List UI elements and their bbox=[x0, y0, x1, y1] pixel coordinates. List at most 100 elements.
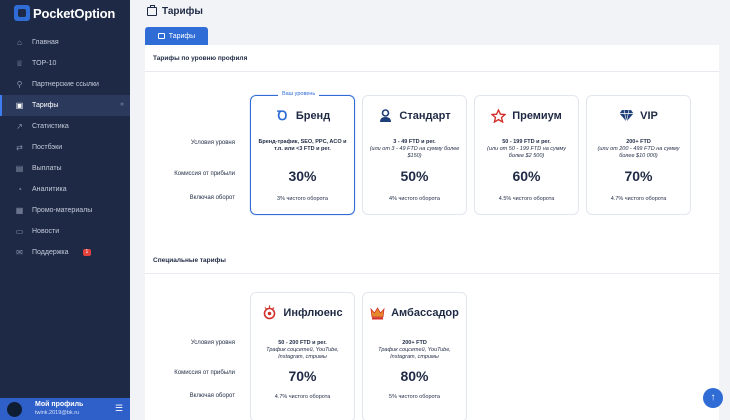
sidebar-item-label: Промо-материалы bbox=[32, 207, 93, 214]
logo[interactable]: PocketOption bbox=[14, 4, 115, 22]
tab-tariffs[interactable]: Тарифы bbox=[145, 27, 208, 45]
pocketoption-logo-icon bbox=[14, 5, 30, 21]
card-conditions: 3 - 49 FTD и рег. (или от 3 - 49 FTD на … bbox=[367, 139, 462, 160]
row-label-commission: Комиссия от прибыли bbox=[174, 370, 235, 376]
tariff-card-standard[interactable]: Стандарт 3 - 49 FTD и рег. (или от 3 - 4… bbox=[362, 95, 467, 215]
row-label-conditions: Условия уровня bbox=[190, 340, 235, 346]
sidebar-item-analytics[interactable]: ◔ Аналитика bbox=[0, 179, 130, 200]
profile-tariffs-panel: Тарифы по уровню профиля Условия уровня … bbox=[145, 45, 719, 247]
support-icon: ✉ bbox=[16, 247, 23, 257]
card-turnover: 3% чистого оборота bbox=[277, 196, 328, 202]
card-commission: 60% bbox=[512, 168, 541, 184]
sidebar-item-label: Новости bbox=[32, 228, 60, 235]
sidebar-item-label: Статистика bbox=[32, 123, 69, 130]
row-label-turnover: Включая оборот bbox=[189, 195, 235, 201]
sidebar-nav: ⌂ Главная ♕ TOP-10 ⚲ Партнерские ссылки … bbox=[0, 32, 130, 263]
notification-badge: 1 bbox=[82, 249, 92, 256]
brand-icon: Ꝺ bbox=[277, 108, 288, 123]
sidebar-item-label: TOP-10 bbox=[32, 60, 57, 67]
card-header: VIP bbox=[587, 108, 690, 123]
briefcase-icon: ▣ bbox=[15, 100, 24, 110]
card-conditions-note: Трафик соцсетей, YouTube, Instagram, стр… bbox=[266, 347, 339, 360]
sidebar-item-label: Постбэки bbox=[32, 144, 63, 151]
card-title: Бренд bbox=[295, 109, 331, 122]
card-turnover: 4.5% чистого оборота bbox=[498, 196, 555, 202]
avatar[interactable] bbox=[7, 402, 22, 417]
card-conditions-note: (или от 200 - 499 FTD на сумму более $10… bbox=[597, 146, 680, 159]
sidebar-item-postbacks[interactable]: ⇄ Постбэки bbox=[0, 137, 130, 158]
user-icon bbox=[378, 108, 393, 123]
sidebar-item-home[interactable]: ⌂ Главная bbox=[0, 32, 130, 53]
tab-label: Тарифы bbox=[168, 32, 196, 40]
sidebar-item-news[interactable]: ▭ Новости bbox=[0, 221, 130, 242]
row-label-commission: Комиссия от прибыли bbox=[174, 171, 235, 177]
card-title: Стандарт bbox=[399, 109, 451, 122]
chart-icon: ↗ bbox=[16, 121, 23, 131]
analytics-icon: ◔ bbox=[17, 184, 22, 194]
card-conditions-note: (или от 3 - 49 FTD на сумму более $150) bbox=[369, 146, 460, 159]
sidebar-item-label: Поддержка bbox=[32, 249, 69, 256]
tariff-card-influencer[interactable]: Инфлюенс 50 - 200 FTD и рег. Трафик соцс… bbox=[250, 292, 355, 420]
card-commission: 50% bbox=[400, 168, 429, 184]
sidebar-item-label: Аналитика bbox=[32, 186, 67, 193]
card-conditions: 200+ FTD (или от 200 - 499 FTD на сумму … bbox=[591, 139, 686, 160]
trophy-icon: ♕ bbox=[15, 58, 24, 68]
card-conditions-main: Бренд-трафик, SEO, PPC, ACO и т.п. или <… bbox=[258, 139, 347, 152]
card-header: Премиум bbox=[475, 108, 578, 123]
card-title: Премиум bbox=[512, 109, 562, 122]
card-conditions-note: (или от 50 - 199 FTD на сумму более $2 5… bbox=[487, 146, 566, 159]
card-title: Амбассадор bbox=[391, 306, 459, 319]
sidebar-item-partner-links[interactable]: ⚲ Партнерские ссылки bbox=[0, 74, 130, 95]
sidebar-item-statistics[interactable]: ↗ Статистика bbox=[0, 116, 130, 137]
collapse-arrow-icon[interactable]: « bbox=[120, 101, 124, 108]
home-icon: ⌂ bbox=[17, 37, 22, 47]
card-title: Инфлюенс bbox=[283, 306, 343, 319]
profile-bar[interactable]: Мой профиль twink.2019@bk.ru ☰ bbox=[0, 398, 130, 420]
tariff-card-vip[interactable]: VIP 200+ FTD (или от 200 - 499 FTD на су… bbox=[586, 95, 691, 215]
postback-icon: ⇄ bbox=[16, 142, 23, 152]
card-conditions-main: 200+ FTD bbox=[626, 139, 651, 145]
card-header: Инфлюенс bbox=[251, 305, 354, 320]
scroll-to-top-button[interactable]: ↑ bbox=[703, 388, 723, 408]
menu-icon[interactable]: ☰ bbox=[113, 403, 125, 414]
card-conditions-main: 3 - 49 FTD и рег. bbox=[393, 139, 436, 145]
section-heading: Тарифы по уровню профиля bbox=[153, 55, 248, 62]
profile-name[interactable]: Мой профиль bbox=[35, 401, 83, 408]
image-icon: ▦ bbox=[15, 205, 24, 215]
card-title: VIP bbox=[640, 109, 658, 122]
sidebar-item-label: Главная bbox=[32, 39, 59, 46]
tariff-card-brand[interactable]: Ваш уровень Ꝺ Бренд Бренд-трафик, SEO, P… bbox=[250, 91, 355, 215]
news-icon: ▭ bbox=[15, 226, 24, 236]
card-header: Амбассадор bbox=[363, 305, 466, 320]
sidebar-item-promo[interactable]: ▦ Промо-материалы bbox=[0, 200, 130, 221]
briefcase-icon bbox=[147, 5, 157, 16]
sidebar-item-top10[interactable]: ♕ TOP-10 bbox=[0, 53, 130, 74]
card-conditions: 50 - 199 FTD и рег. (или от 50 - 199 FTD… bbox=[479, 139, 574, 160]
tariff-card-ambassador[interactable]: Амбассадор 200+ FTD Трафик соцсетей, You… bbox=[362, 292, 467, 420]
card-header: Стандарт bbox=[363, 108, 466, 123]
page-header: Тарифы bbox=[147, 5, 203, 17]
page-title: Тарифы bbox=[162, 6, 203, 17]
current-level-tag: Ваш уровень bbox=[278, 91, 320, 97]
row-label-conditions: Условия уровня bbox=[190, 140, 235, 146]
tariff-card-premium[interactable]: Премиум 50 - 199 FTD и рег. (или от 50 -… bbox=[474, 95, 579, 215]
section-heading: Специальные тарифы bbox=[153, 257, 226, 264]
sidebar-item-tariffs[interactable]: ▣ Тарифы « bbox=[0, 95, 130, 116]
influencer-icon bbox=[262, 305, 277, 320]
card-turnover: 4.7% чистого оборота bbox=[610, 196, 667, 202]
star-icon bbox=[491, 108, 507, 123]
card-turnover: 4% чистого оборота bbox=[389, 196, 440, 202]
divider bbox=[145, 71, 719, 72]
card-commission: 70% bbox=[288, 368, 317, 384]
card-conditions: Бренд-трафик, SEO, PPC, ACO и т.п. или <… bbox=[255, 139, 350, 153]
sidebar-item-support[interactable]: ✉ Поддержка 1 bbox=[0, 242, 130, 263]
card-conditions-note: Трафик соцсетей, YouTube, Instagram, стр… bbox=[378, 347, 451, 360]
profile-email: twink.2019@bk.ru bbox=[35, 410, 80, 416]
wallet-icon: ▤ bbox=[15, 163, 24, 173]
card-conditions-main: 200+ FTD bbox=[402, 340, 427, 346]
link-icon: ⚲ bbox=[16, 79, 23, 89]
sidebar-item-payouts[interactable]: ▤ Выплаты bbox=[0, 158, 130, 179]
logo-text: PocketOption bbox=[33, 5, 116, 21]
card-commission: 70% bbox=[624, 168, 653, 184]
card-conditions: 200+ FTD Трафик соцсетей, YouTube, Insta… bbox=[367, 340, 462, 361]
